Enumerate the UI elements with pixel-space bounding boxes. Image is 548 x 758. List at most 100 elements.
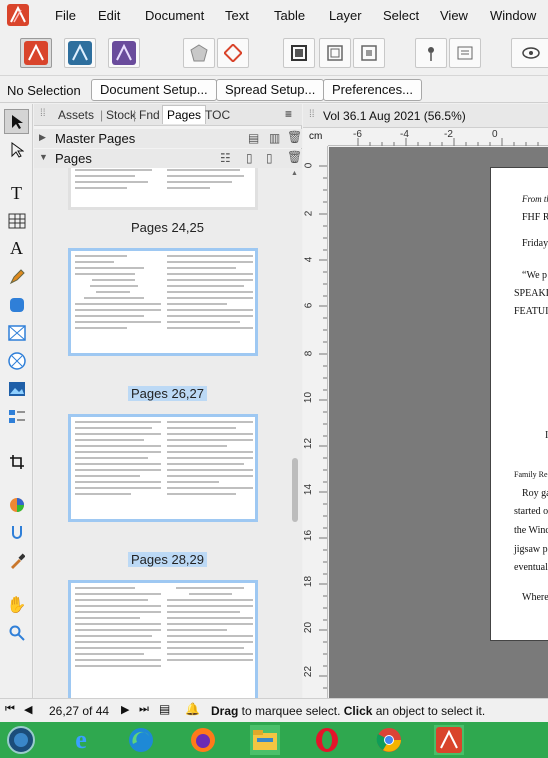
expand-arrow-icon[interactable]: ▶ [39,132,46,143]
menu-view[interactable]: View [440,8,468,23]
internet-explorer-icon[interactable]: e [66,725,96,755]
menu-table[interactable]: Table [274,8,305,23]
shape-tool-icon[interactable] [4,292,29,317]
frame-text-tool-icon[interactable]: T [4,181,29,206]
horizontal-ruler[interactable]: -6 -4 -2 0 [328,128,548,146]
pages-scrollbar[interactable]: ▲ [288,168,302,698]
insert-master-icon[interactable]: ▤ [248,131,259,145]
page-text-line[interactable]: Roy ga [522,488,548,499]
notification-icon[interactable]: 🔔 [185,702,200,716]
eyedropper-tool-icon[interactable] [4,548,29,573]
hand-tool-icon[interactable]: ✋ [4,592,29,617]
scroll-up-icon[interactable]: ▲ [291,170,298,177]
ellipse-frame-tool-icon[interactable] [4,348,29,373]
menu-select[interactable]: Select [383,8,419,23]
vertical-ruler[interactable]: 0 2 4 6 8 10 12 14 16 18 20 22 [303,146,328,698]
pages-section[interactable]: ▼ Pages ☷ ▯ ▯ 🗑 [34,149,302,168]
delete-master-icon[interactable]: 🗑 [287,130,302,144]
page-text-line[interactable]: eventual [514,562,548,573]
share-icon[interactable] [217,38,249,68]
table-tool-icon[interactable] [4,208,29,233]
color-picker-wheel-icon[interactable] [4,492,29,517]
page-text-line[interactable]: FEATUI [514,306,548,317]
text-wrap-icon[interactable] [283,38,315,68]
place-image-tool-icon[interactable] [4,376,29,401]
pages-view-icon[interactable]: ☷ [220,151,231,165]
document-page[interactable]: From th FHF R Friday- “We p SPEAKI FEATU… [490,167,548,641]
affinity-publisher-logo-icon[interactable] [7,4,29,26]
table-of-contents-tool-icon[interactable] [4,404,29,429]
move-tool-icon[interactable] [4,109,29,134]
duplicate-master-icon[interactable]: ▥ [269,131,280,145]
ruler-origin[interactable]: cm [303,128,328,146]
first-page-icon[interactable]: ⏮ [5,703,15,716]
affinity-publisher-taskbar-icon[interactable] [434,725,464,755]
edge-browser-icon[interactable] [126,725,156,755]
pin-icon[interactable] [415,38,447,68]
add-spread-icon[interactable]: ▯ [266,151,273,165]
spread-setup-button[interactable]: Spread Setup... [216,79,325,101]
tab-pages[interactable]: Pages [162,105,207,124]
spread-label-selected[interactable]: Pages 28,29 [128,552,208,567]
preflight-icon[interactable] [183,38,215,68]
collapse-arrow-icon[interactable]: ▼ [39,152,48,162]
previous-page-icon[interactable]: ◀ [24,703,32,716]
page-text-line[interactable]: the Wind [514,525,548,536]
preferences-button[interactable]: Preferences... [323,79,422,101]
spread-thumbnail-30-31[interactable] [68,580,258,698]
pages-list-icon[interactable]: ▤ [159,702,170,716]
photo-persona-button[interactable] [108,38,140,68]
text-flow-icon[interactable] [449,38,481,68]
page-indicator[interactable]: 26,27 of 44 [49,704,109,718]
frame-icon[interactable] [319,38,351,68]
menu-text[interactable]: Text [225,8,249,23]
margins-icon[interactable] [353,38,385,68]
add-page-icon[interactable]: ▯ [246,151,253,165]
page-text-line[interactable]: SPEAKI [514,288,548,299]
picture-frame-tool-icon[interactable] [4,320,29,345]
artistic-text-tool-icon[interactable]: A [4,236,29,261]
panel-grip-icon[interactable]: ⁞⁞ [40,108,46,119]
last-page-icon[interactable]: ⏭ [139,703,149,716]
chrome-browser-icon[interactable] [374,725,404,755]
page-text-line[interactable]: started o [514,506,548,517]
zoom-tool-icon[interactable] [4,620,29,645]
page-text-line[interactable]: Family Re [514,470,548,479]
file-explorer-icon[interactable] [250,725,280,755]
spread-thumbnail-24-25[interactable] [68,168,258,210]
spread-thumbnail-28-29[interactable] [68,414,258,522]
page-text-line[interactable]: From th [522,194,548,204]
page-text-line[interactable]: Where [522,592,548,603]
fill-tool-icon[interactable] [4,520,29,545]
tab-toc[interactable]: TOC [205,108,230,122]
spread-label[interactable]: Pages 24,25 [128,220,207,235]
tab-stock[interactable]: Stock [106,108,136,122]
next-page-icon[interactable]: ▶ [121,703,129,716]
document-canvas[interactable]: From th FHF R Friday- “We p SPEAKI FEATU… [329,147,548,698]
page-text-line[interactable]: Friday- [522,238,548,249]
menu-file[interactable]: File [55,8,76,23]
view-mode-icon[interactable] [511,38,548,68]
scrollbar-thumb[interactable] [292,458,298,522]
pen-tool-icon[interactable] [4,264,29,289]
page-text-line[interactable]: FHF R [522,212,548,223]
firefox-icon[interactable] [188,725,218,755]
panel-menu-icon[interactable]: ≡ [285,107,292,121]
page-text-line[interactable]: jigsaw p [514,544,548,555]
menu-edit[interactable]: Edit [98,8,120,23]
spread-thumbnail-26-27[interactable] [68,248,258,356]
publisher-persona-button[interactable] [20,38,52,68]
tab-assets[interactable]: Assets [58,108,94,122]
master-pages-section[interactable]: ▶ Master Pages ▤ ▥ 🗑 [34,129,302,148]
menu-window[interactable]: Window [490,8,536,23]
document-setup-button[interactable]: Document Setup... [91,79,217,101]
node-tool-icon[interactable] [4,137,29,162]
tab-find[interactable]: Fnd [139,108,160,122]
crop-tool-icon[interactable] [4,449,29,474]
menu-document[interactable]: Document [145,8,204,23]
menu-layer[interactable]: Layer [329,8,362,23]
opera-browser-icon[interactable] [312,725,342,755]
start-menu-icon[interactable] [6,725,36,755]
spread-label-selected[interactable]: Pages 26,27 [128,386,208,401]
page-text-line[interactable]: “We p [522,270,547,281]
